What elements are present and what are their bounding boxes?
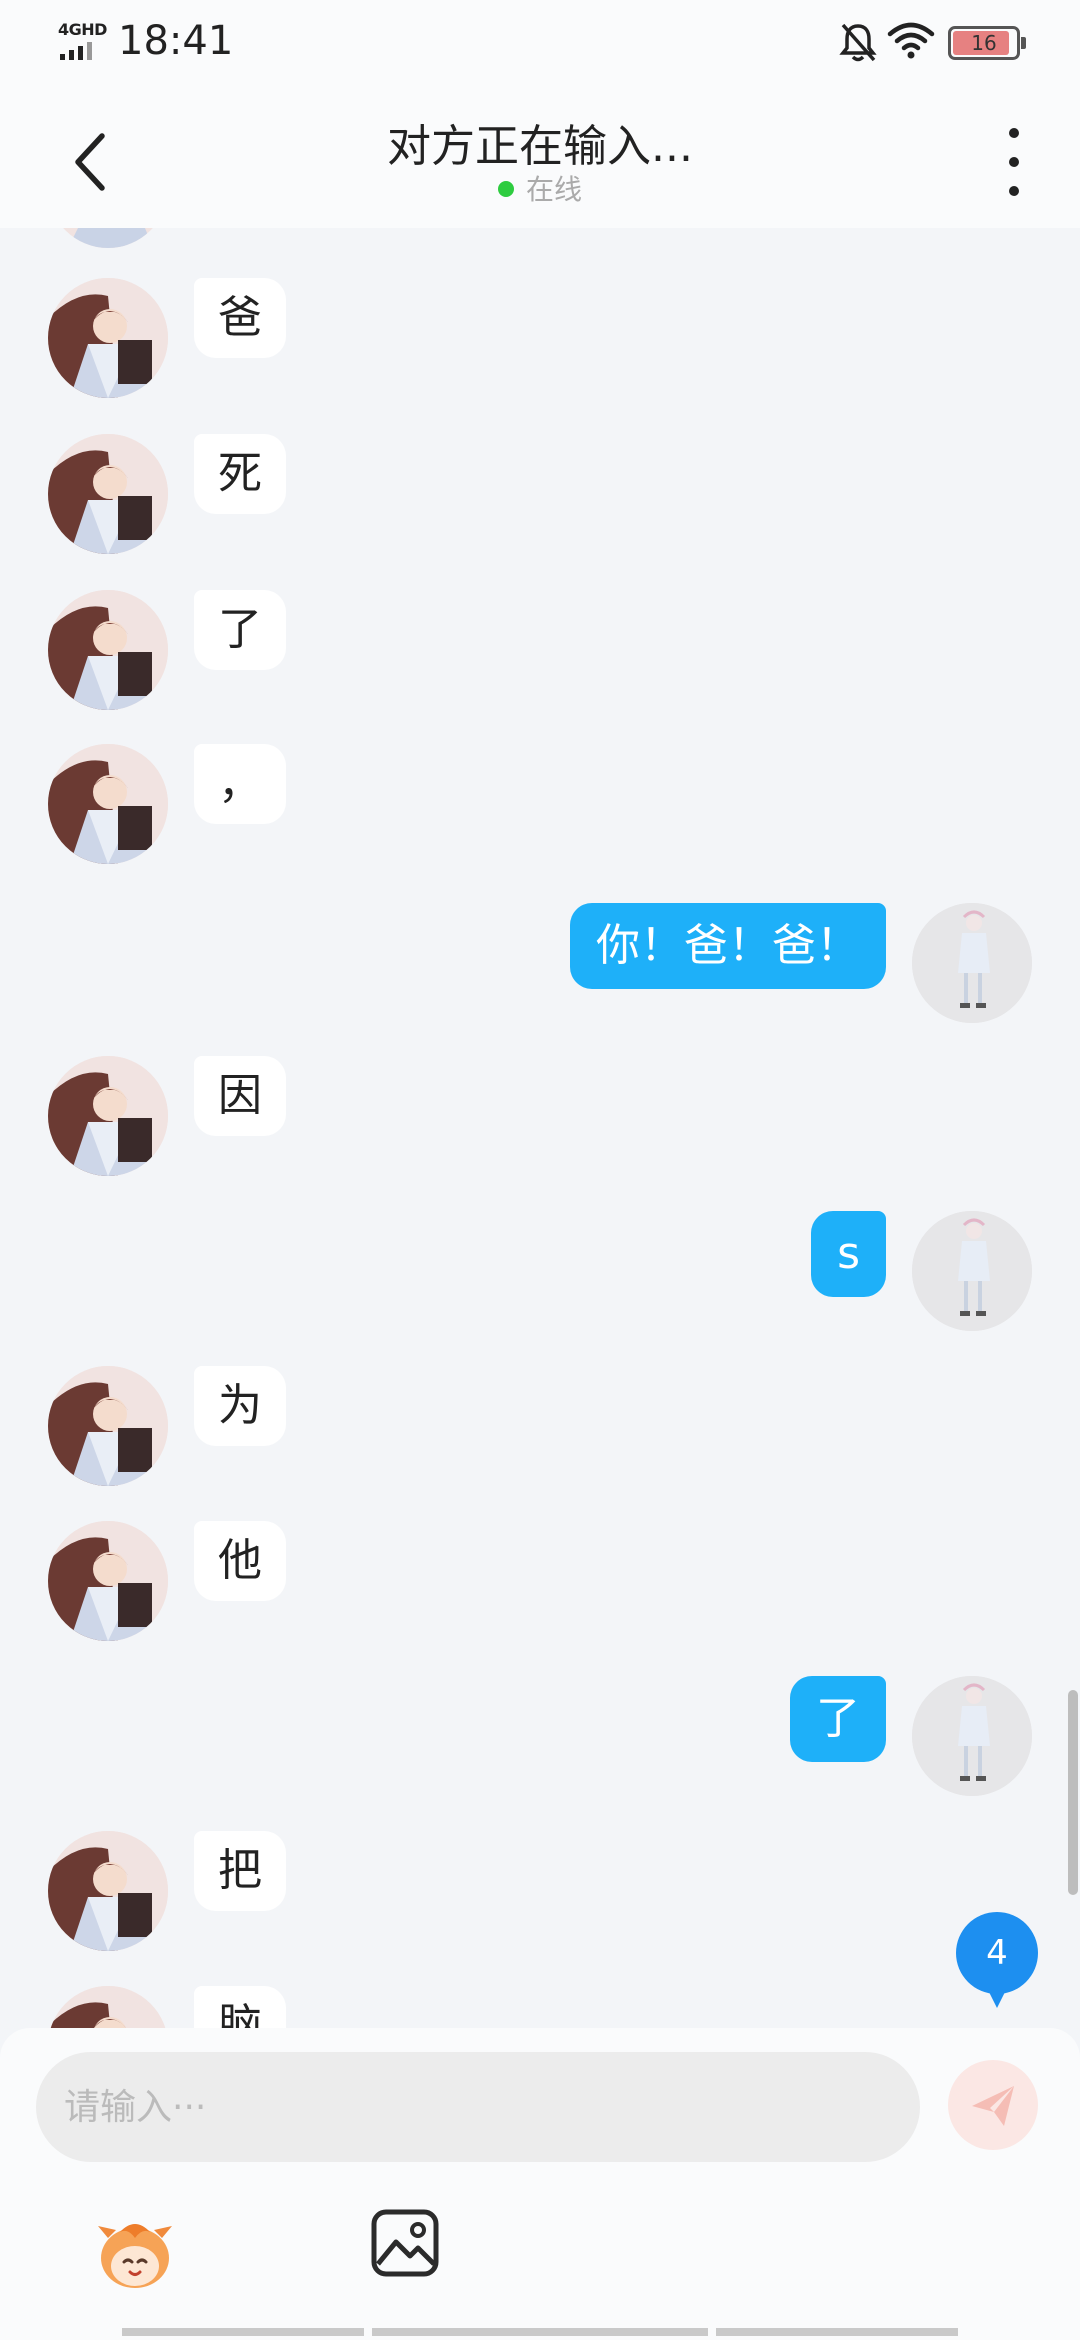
contact-avatar[interactable] <box>48 434 168 554</box>
contact-avatar[interactable] <box>48 1831 168 1951</box>
scrollbar[interactable] <box>1068 1690 1078 1895</box>
online-status-label: 在线 <box>525 173 582 206</box>
my-avatar[interactable] <box>912 1211 1032 1331</box>
my-avatar[interactable] <box>912 903 1032 1023</box>
image-picker-icon[interactable] <box>370 2208 440 2278</box>
battery-level: 16 <box>971 31 997 55</box>
mute-bell-icon <box>839 23 877 62</box>
status-bar: 4GHD 18:41 16 <box>0 0 1080 86</box>
contact-avatar[interactable] <box>48 278 168 398</box>
contact-avatar[interactable] <box>48 744 168 864</box>
online-status: 在线 <box>0 168 1080 208</box>
incoming-message-bubble[interactable]: 为 <box>194 1366 286 1446</box>
nav-tab-indicator[interactable] <box>716 2328 958 2336</box>
contact-avatar[interactable] <box>48 1986 168 2028</box>
outgoing-message-bubble[interactable]: 你！爸！爸！ <box>570 903 886 989</box>
chat-header: 对方正在输入... 在线 <box>0 86 1080 228</box>
incoming-message-bubble[interactable]: 因 <box>194 1056 286 1136</box>
incoming-message-bubble[interactable]: 他 <box>194 1521 286 1601</box>
emoji-mascot-icon[interactable] <box>90 2208 180 2298</box>
outgoing-message-bubble[interactable]: 了 <box>790 1676 886 1762</box>
battery-icon: 16 <box>948 26 1026 60</box>
nav-tab-indicator[interactable] <box>372 2328 708 2336</box>
contact-avatar[interactable] <box>48 228 168 248</box>
online-dot-icon <box>497 181 514 197</box>
signal-indicator: 4GHD <box>58 20 108 60</box>
incoming-message-bubble[interactable]: 把 <box>194 1831 286 1911</box>
status-time: 18:41 <box>118 18 234 64</box>
incoming-message-bubble[interactable]: 了 <box>194 590 286 670</box>
incoming-message-bubble[interactable]: ， <box>194 744 286 824</box>
message-list[interactable]: 爸死了，你！爸！爸！因 s 为他了把脑 <box>0 228 1080 2028</box>
incoming-message-bubble[interactable]: 爸 <box>194 278 286 358</box>
contact-avatar[interactable] <box>48 590 168 710</box>
send-button[interactable] <box>948 2060 1038 2150</box>
bottom-nav-indicator <box>0 2328 1080 2340</box>
contact-avatar[interactable] <box>48 1056 168 1176</box>
signal-bars-icon <box>60 42 92 60</box>
contact-avatar[interactable] <box>48 1366 168 1486</box>
message-input[interactable] <box>36 2052 920 2162</box>
unread-count-badge[interactable]: 4 <box>956 1912 1038 2008</box>
more-vertical-icon[interactable] <box>996 126 1032 198</box>
network-type: 4GHD <box>58 20 107 39</box>
outgoing-message-bubble[interactable]: s <box>811 1211 886 1297</box>
my-avatar[interactable] <box>912 1676 1032 1796</box>
send-paper-plane-icon <box>972 2086 1014 2126</box>
chat-title: 对方正在输入... <box>387 121 693 172</box>
input-area <box>0 2028 1080 2340</box>
incoming-message-bubble[interactable]: 脑 <box>194 1986 286 2028</box>
wifi-icon <box>887 22 935 59</box>
contact-avatar[interactable] <box>48 1521 168 1641</box>
incoming-message-bubble[interactable]: 死 <box>194 434 286 514</box>
nav-tab-indicator[interactable] <box>122 2328 364 2336</box>
